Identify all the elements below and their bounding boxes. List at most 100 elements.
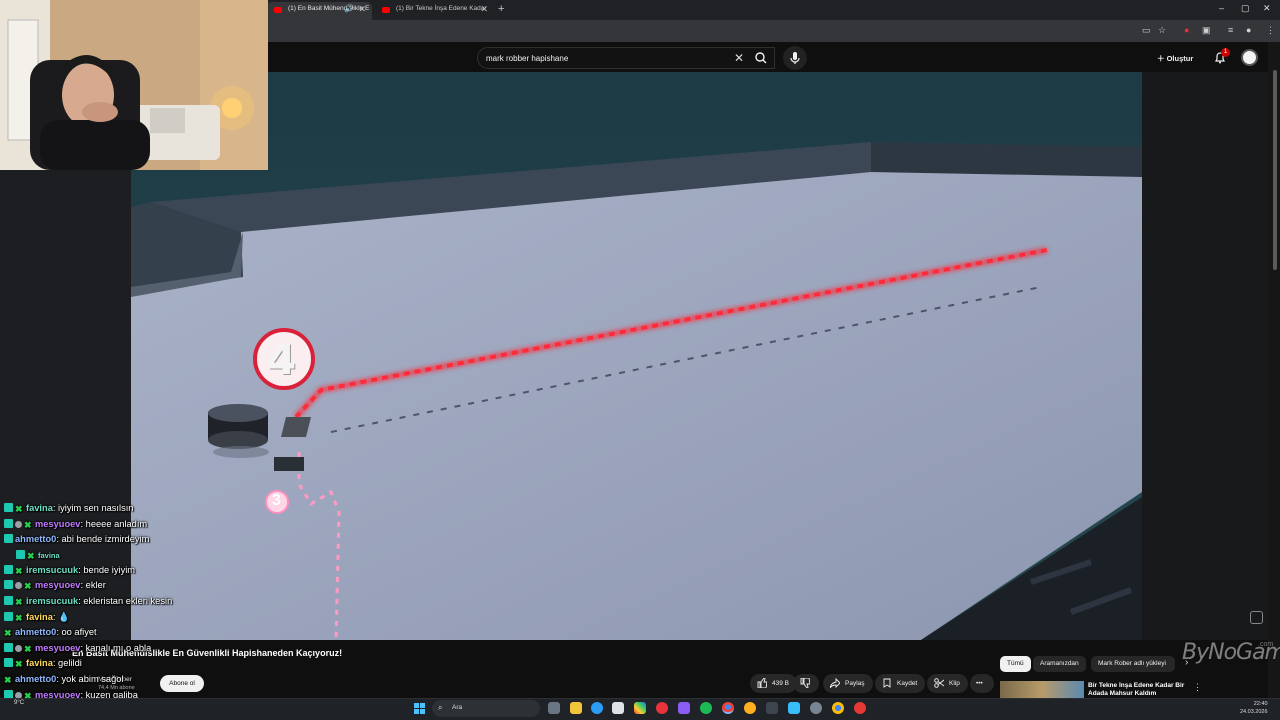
chat-message: ✖ iremsucuuk: bende iyiyim	[4, 563, 344, 579]
chrome-icon[interactable]	[722, 702, 734, 714]
share-button[interactable]: Paylaş	[823, 674, 873, 693]
youtube-favicon-icon	[382, 7, 390, 13]
chat-text: 💧	[58, 611, 70, 622]
chat-badge-icon: ✖	[15, 612, 23, 623]
thumbs-up-icon	[757, 678, 767, 688]
voice-search-button[interactable]	[783, 46, 807, 70]
clock-time: 22:40	[1253, 701, 1268, 707]
chat-text: heeee anladım	[85, 518, 148, 529]
tab-title: (1) Bir Tekne İnşa Edene Kadar	[396, 5, 487, 12]
chat-username[interactable]: mesyuoev	[35, 519, 80, 529]
save-label: Kaydet	[897, 680, 918, 687]
taskbar-search[interactable]: ⌕ Ara	[432, 700, 540, 717]
chip-from-search[interactable]: Aramanızdan	[1033, 656, 1086, 672]
chat-text: iyiyim sen nasılsın	[58, 503, 134, 513]
chat-username[interactable]: mesyuoev	[35, 643, 80, 653]
clip-button[interactable]: Klip	[927, 674, 968, 693]
create-button[interactable]: ＋ Oluştur	[1157, 49, 1193, 67]
chat-username[interactable]: ahmetto0	[15, 534, 56, 544]
chip-channel[interactable]: Mark Rober adlı yükleyi	[1091, 656, 1175, 672]
app-icon[interactable]	[678, 702, 690, 714]
more-actions-button[interactable]: •••	[970, 674, 994, 693]
chat-badge-icon	[15, 644, 22, 652]
bookmark-star-icon[interactable]: ☆	[1158, 25, 1166, 36]
downloads-icon[interactable]: ≡	[1228, 25, 1233, 35]
stream-chat-overlay: ✖ favina: iyiyim sen nasılsın ✖ mesyuoev: h…	[4, 501, 344, 719]
windows-start-icon[interactable]	[414, 703, 425, 714]
maximize-button[interactable]: ▢	[1241, 3, 1250, 14]
youtube-favicon-icon	[274, 7, 282, 13]
minimize-button[interactable]: –	[1219, 3, 1224, 13]
taskbar-weather[interactable]: 9°C	[14, 700, 24, 706]
file-explorer-icon[interactable]	[570, 702, 582, 714]
speaker-icon[interactable]: 🔊	[344, 4, 354, 13]
recommended-video-title[interactable]: Bir Tekne İnşa Edene Kadar Bir Adada Mah…	[1088, 682, 1188, 698]
chat-message: ✖ ahmetto0: yok abim sağol	[4, 672, 344, 688]
obs-like-icon[interactable]	[744, 702, 756, 714]
scrollbar-thumb[interactable]	[1273, 70, 1277, 270]
dislike-button[interactable]	[793, 674, 819, 693]
profile-icon[interactable]: ●	[1246, 25, 1251, 35]
app-icon[interactable]	[766, 702, 778, 714]
chat-badge-icon	[4, 518, 13, 528]
chat-username[interactable]: mesyuoev	[35, 580, 80, 590]
chip-all[interactable]: Tümü	[1000, 656, 1031, 672]
save-playlist-icon	[883, 678, 891, 688]
cast-icon[interactable]: ▭	[1142, 25, 1151, 36]
save-button[interactable]: Kaydet	[875, 674, 926, 693]
chat-badge-icon: ✖	[24, 519, 32, 530]
browser-menu-icon[interactable]: ⋮	[1266, 25, 1275, 36]
tab-close-icon[interactable]: ✕	[358, 4, 366, 15]
browser-tab[interactable]: (1) Bir Tekne İnşa Edene Kadar ✕	[374, 2, 494, 20]
media-icon[interactable]	[656, 702, 668, 714]
chat-username[interactable]: favina	[38, 551, 60, 560]
chat-username[interactable]: favina	[26, 612, 53, 622]
extensions-puzzle-icon[interactable]: ▣	[1202, 25, 1211, 36]
edge-icon[interactable]	[591, 702, 603, 714]
chrome-profile-icon[interactable]	[832, 702, 844, 714]
chat-message: ✖ mesyuoev: heeee anladım	[4, 517, 344, 533]
notepad-icon[interactable]	[612, 702, 624, 714]
recommendation-menu-icon[interactable]: ⋮	[1193, 682, 1202, 693]
chat-message: ✖ favina: gelildi	[4, 656, 344, 672]
search-clear-icon[interactable]: ✕	[734, 51, 744, 65]
spotify-icon[interactable]	[700, 702, 712, 714]
chat-badge-icon: ✖	[15, 504, 23, 514]
taskbar-clock[interactable]: 22:40 24.03.2026	[1240, 700, 1268, 716]
search-icon: ⌕	[438, 703, 443, 712]
app-icon[interactable]	[788, 702, 800, 714]
chat-username[interactable]: iremsucuuk	[26, 565, 78, 575]
chat-text: ekler	[85, 580, 106, 591]
chat-username[interactable]: favina	[26, 503, 53, 513]
chat-badge-icon: ✖	[27, 550, 35, 561]
task-view-icon[interactable]	[548, 702, 560, 714]
like-button[interactable]: 439 B	[750, 674, 797, 693]
chat-badge-icon: ✖	[15, 596, 23, 607]
new-tab-button[interactable]: +	[498, 3, 504, 15]
account-avatar[interactable]	[1241, 49, 1258, 66]
close-window-button[interactable]: ✕	[1263, 3, 1271, 14]
stream-watermark-tld: .com	[1258, 641, 1274, 648]
browser-tab-active[interactable]: (1) En Basit Mühendislikle E 🔊 ✕	[266, 2, 372, 20]
photos-icon[interactable]	[634, 702, 646, 714]
chat-message: ✖ mesyuoev: kanalı mı o abla	[4, 641, 344, 657]
clock-date: 24.03.2026	[1240, 709, 1268, 715]
chat-username[interactable]: ahmetto0	[15, 674, 56, 684]
extension-icon[interactable]: ●	[1184, 25, 1189, 35]
chat-message: ✖ ahmetto0: oo afiyet	[4, 625, 344, 641]
tab-close-icon[interactable]: ✕	[480, 4, 488, 15]
chat-username[interactable]: ahmetto0	[15, 627, 56, 637]
chat-username[interactable]: iremsucuuk	[26, 596, 78, 606]
settings-gear-icon[interactable]	[810, 702, 822, 714]
search-button[interactable]	[748, 47, 775, 69]
miniplayer-icon[interactable]	[1250, 611, 1263, 624]
search-input[interactable]: mark robber hapishane ✕	[477, 47, 775, 69]
chat-badge-icon	[4, 534, 13, 544]
app-icon[interactable]	[854, 702, 866, 714]
chat-username[interactable]: favina	[26, 658, 53, 668]
like-count: 439 B	[772, 680, 789, 687]
recommendations-column	[1142, 72, 1268, 640]
chat-badge-icon	[15, 520, 22, 528]
notification-count-badge: 1	[1221, 48, 1230, 57]
recommended-video-thumbnail[interactable]	[1000, 681, 1084, 698]
